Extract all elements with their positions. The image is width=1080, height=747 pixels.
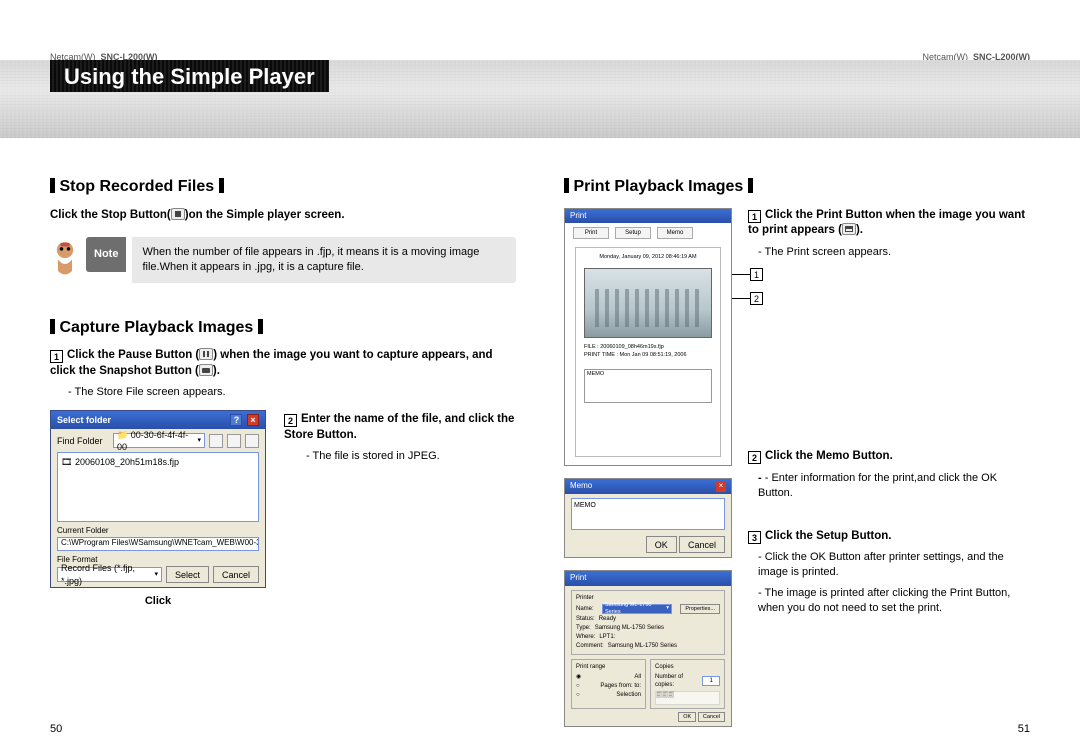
- section-stop-recorded: Stop Recorded Files: [50, 176, 516, 198]
- file-list[interactable]: 🎞 20060108_20h51m18s.fjp: [57, 452, 259, 522]
- properties-button[interactable]: Properties...: [680, 604, 720, 614]
- note-label: Note: [86, 237, 126, 272]
- preview-timestamp: Monday, January 09, 2012 08:46:19 AM: [584, 254, 712, 261]
- print-step2-sub: - - Enter information for the print,and …: [758, 471, 1030, 501]
- memo-ok-button[interactable]: OK: [646, 536, 677, 553]
- current-folder-path: C:\WProgram Files\WSamsung\WNETcam_WEB\W…: [57, 537, 259, 551]
- pause-icon: [199, 348, 213, 360]
- stop-instruction: Click the Stop Button()on the Simple pla…: [50, 208, 516, 224]
- callout-2: 2: [750, 292, 763, 305]
- section-print: Print Playback Images: [564, 176, 1030, 198]
- print-step1: 1Click the Print Button when the image y…: [748, 208, 1030, 239]
- help-icon[interactable]: ?: [230, 414, 242, 426]
- file-format-dropdown[interactable]: Record Files (*.fjp, *.jpg)▾: [57, 567, 162, 582]
- capture-step2-sub: - The file is stored in JPEG.: [306, 449, 516, 464]
- print-step3-sub1: - Click the OK Button after printer sett…: [758, 550, 1030, 580]
- preview-file-info: FILE : 20060109_08h46m19s.fjp PRINT TIME…: [584, 344, 712, 359]
- copies-input[interactable]: 1: [702, 676, 720, 686]
- capture-step1: 1Click the Pause Button () when the imag…: [50, 348, 516, 379]
- preview-memo-box: MEMO: [584, 369, 712, 403]
- section-capture: Capture Playback Images: [50, 317, 516, 339]
- click-caption: Click: [50, 594, 266, 609]
- print-step1-sub: - The Print screen appears.: [758, 245, 1030, 260]
- print-step3: 3Click the Setup Button.: [748, 529, 1030, 545]
- print-dialog-title: Print: [565, 209, 731, 224]
- close-icon[interactable]: ×: [716, 481, 726, 492]
- capture-step2: 2Enter the name of the file, and click t…: [284, 412, 516, 443]
- note-text: When the number of file appears in .fjp,…: [132, 237, 516, 283]
- new-folder-icon[interactable]: [227, 434, 241, 448]
- select-folder-dialog: Select folder ? × Find Folder 📁 00-30-6f…: [50, 410, 266, 588]
- right-column: Print Playback Images Print Print Setup …: [540, 170, 1030, 719]
- print-setup-dialog: Print Printer Name: Samsung ML-1750 Seri…: [564, 570, 732, 727]
- page-number-right: 51: [1018, 723, 1030, 735]
- print-button-small[interactable]: Print: [573, 227, 609, 239]
- memo-textarea[interactable]: MEMO: [571, 498, 725, 530]
- select-button[interactable]: Select: [166, 566, 209, 583]
- print-step2: 2Click the Memo Button.: [748, 449, 1030, 465]
- stop-icon: [171, 208, 185, 220]
- current-folder-label: Current Folder: [51, 522, 265, 537]
- find-folder-label: Find Folder: [57, 435, 109, 447]
- cancel-button[interactable]: Cancel: [213, 566, 259, 583]
- find-folder-dropdown[interactable]: 📁 00-30-6f-4f-4f-00▾: [113, 433, 205, 448]
- printer-select[interactable]: Samsung ML-1750 Series▾: [602, 604, 672, 614]
- callout-1: 1: [750, 268, 763, 281]
- print-step3-sub2: - The image is printed after clicking th…: [758, 586, 1030, 616]
- list-item[interactable]: 🎞 20060108_20h51m18s.fjp: [61, 456, 255, 468]
- capture-step1-sub: - The Store File screen appears.: [68, 385, 516, 400]
- view-icon[interactable]: [245, 434, 259, 448]
- page-number-left: 50: [50, 723, 62, 735]
- note-box: Note When the number of file appears in …: [50, 237, 516, 283]
- manual-spread: Netcam(W)_SNC-L200(W) Netcam(W)_SNC-L200…: [0, 0, 1080, 747]
- memo-button-small[interactable]: Memo: [657, 227, 693, 239]
- printer-icon: [842, 223, 856, 235]
- preview-image: [584, 268, 712, 338]
- print-preview-dialog: Print Print Setup Memo Monday, January 0…: [564, 208, 732, 467]
- snapshot-icon: [199, 364, 213, 376]
- setup-ok-button[interactable]: OK: [678, 712, 696, 722]
- setup-cancel-button[interactable]: Cancel: [698, 712, 725, 722]
- up-folder-icon[interactable]: [209, 434, 223, 448]
- close-icon[interactable]: ×: [247, 414, 259, 426]
- page-title: Using the Simple Player: [50, 60, 329, 92]
- memo-cancel-button[interactable]: Cancel: [679, 536, 725, 553]
- mascot-icon: [50, 237, 80, 277]
- dialog-titlebar: Select folder ? ×: [51, 411, 265, 429]
- memo-dialog: Memo × MEMO OK Cancel: [564, 478, 732, 558]
- setup-button-small[interactable]: Setup: [615, 227, 651, 239]
- title-banner: Using the Simple Player: [0, 60, 1080, 138]
- left-column: Stop Recorded Files Click the Stop Butto…: [50, 170, 540, 719]
